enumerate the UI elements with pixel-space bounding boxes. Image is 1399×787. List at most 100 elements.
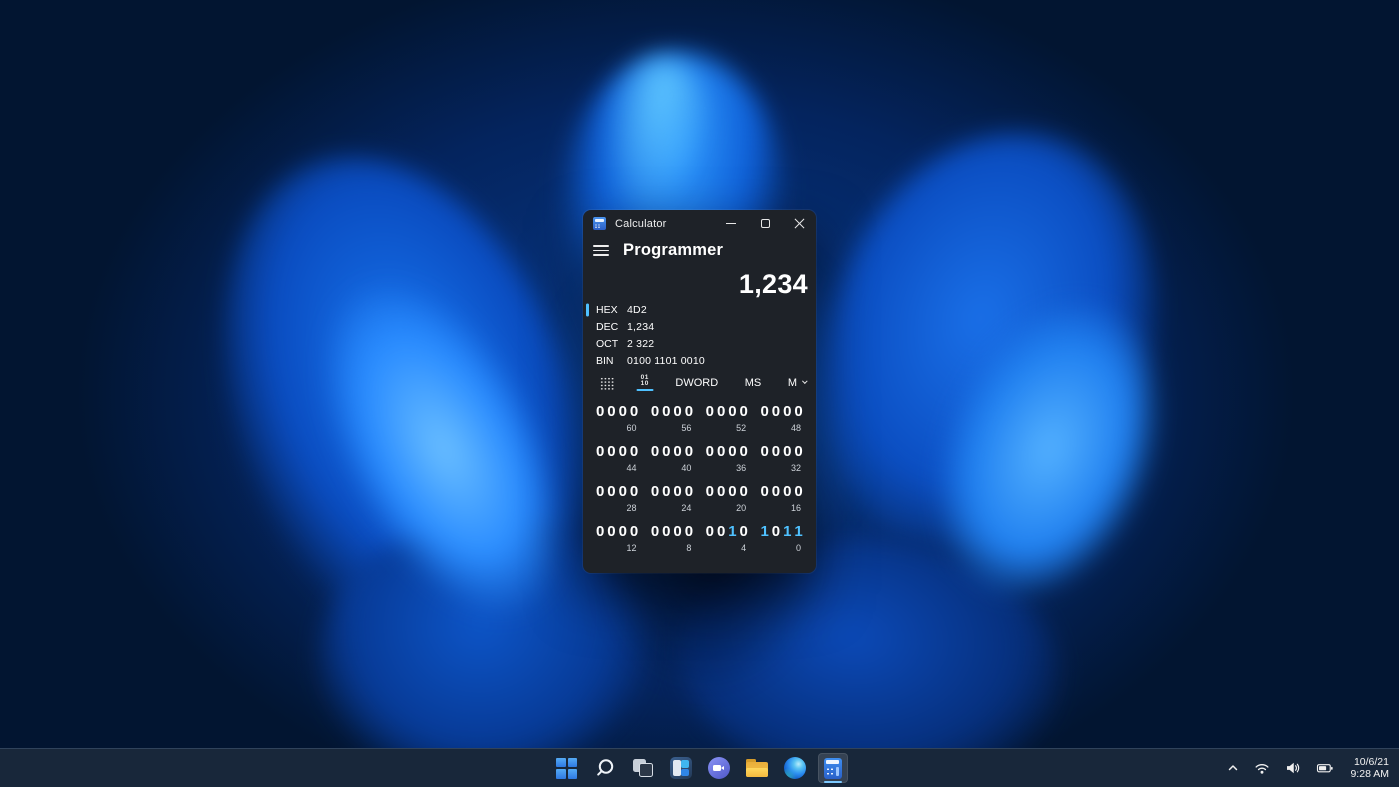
bit-digit[interactable]: 0 — [673, 522, 681, 542]
bit-digit[interactable]: 0 — [760, 442, 768, 462]
bit-group[interactable]: 000016 — [760, 482, 806, 513]
file-explorer-button[interactable] — [742, 753, 772, 783]
bit-digit[interactable]: 0 — [706, 402, 714, 422]
bit-digit[interactable]: 0 — [619, 442, 627, 462]
bit-digit[interactable]: 0 — [728, 482, 736, 502]
radix-row-hex[interactable]: HEX 4D2 — [583, 302, 816, 319]
bit-digit[interactable]: 0 — [607, 402, 615, 422]
bit-digit[interactable]: 0 — [685, 522, 693, 542]
hamburger-menu-button[interactable] — [593, 243, 609, 258]
bit-digit[interactable]: 0 — [772, 522, 780, 542]
bit-digit[interactable]: 0 — [760, 402, 768, 422]
close-button[interactable] — [782, 210, 816, 237]
bit-digit[interactable]: 0 — [662, 522, 670, 542]
bit-digit[interactable]: 0 — [783, 402, 791, 422]
memory-store-button[interactable]: MS — [745, 377, 762, 389]
bit-digit[interactable]: 0 — [717, 402, 725, 422]
bit-digit[interactable]: 1 — [794, 522, 802, 542]
bit-digit[interactable]: 0 — [596, 442, 604, 462]
bit-digit[interactable]: 0 — [630, 402, 638, 422]
bit-digit[interactable]: 0 — [630, 482, 638, 502]
bit-digit[interactable]: 0 — [772, 482, 780, 502]
bit-group[interactable]: 000020 — [706, 482, 752, 513]
taskbar-clock[interactable]: 10/6/21 9:28 AM — [1346, 756, 1389, 781]
memory-flyout-button[interactable]: M — [788, 377, 804, 389]
bit-digit[interactable]: 0 — [783, 442, 791, 462]
bit-group[interactable]: 000052 — [706, 402, 752, 433]
radix-row-dec[interactable]: DEC 1,234 — [583, 319, 816, 336]
maximize-button[interactable] — [748, 210, 782, 237]
bit-group[interactable]: 000032 — [760, 442, 806, 473]
bit-group[interactable]: 000060 — [596, 402, 642, 433]
edge-button[interactable] — [780, 753, 810, 783]
bit-digit[interactable]: 0 — [662, 402, 670, 422]
bit-digit[interactable]: 0 — [651, 482, 659, 502]
bit-digit[interactable]: 0 — [651, 442, 659, 462]
bit-group[interactable]: 000028 — [596, 482, 642, 513]
bit-digit[interactable]: 0 — [706, 482, 714, 502]
bit-digit[interactable]: 0 — [717, 522, 725, 542]
bit-digit[interactable]: 0 — [783, 482, 791, 502]
bit-digit[interactable]: 0 — [794, 402, 802, 422]
bit-digit[interactable]: 0 — [630, 522, 638, 542]
bit-digit[interactable]: 0 — [740, 482, 748, 502]
bit-group[interactable]: 00008 — [651, 522, 697, 553]
bit-digit[interactable]: 0 — [630, 442, 638, 462]
bit-digit[interactable]: 0 — [740, 402, 748, 422]
bit-group[interactable]: 000048 — [760, 402, 806, 433]
battery-button[interactable] — [1313, 757, 1337, 779]
bit-digit[interactable]: 0 — [717, 482, 725, 502]
start-button[interactable] — [552, 753, 582, 783]
bit-digit[interactable]: 0 — [662, 482, 670, 502]
bit-digit[interactable]: 0 — [772, 402, 780, 422]
full-keypad-icon[interactable] — [600, 377, 614, 390]
bit-digit[interactable]: 0 — [728, 402, 736, 422]
bit-digit[interactable]: 0 — [607, 482, 615, 502]
bit-digit[interactable]: 0 — [673, 442, 681, 462]
wifi-button[interactable] — [1251, 757, 1273, 779]
widgets-button[interactable] — [666, 753, 696, 783]
bit-group[interactable]: 000040 — [651, 442, 697, 473]
word-size-button[interactable]: DWORD — [675, 377, 718, 389]
bit-digit[interactable]: 0 — [651, 522, 659, 542]
bit-digit[interactable]: 0 — [673, 482, 681, 502]
bit-digit[interactable]: 0 — [772, 442, 780, 462]
bit-digit[interactable]: 0 — [607, 442, 615, 462]
bit-digit[interactable]: 0 — [673, 402, 681, 422]
bit-digit[interactable]: 0 — [607, 522, 615, 542]
bit-toggling-keypad-icon[interactable]: 01 10 — [641, 375, 649, 391]
bit-digit[interactable]: 0 — [728, 442, 736, 462]
bit-group[interactable]: 000012 — [596, 522, 642, 553]
minimize-button[interactable] — [714, 210, 748, 237]
chat-button[interactable] — [704, 753, 734, 783]
bit-digit[interactable]: 0 — [685, 482, 693, 502]
bit-digit[interactable]: 0 — [706, 522, 714, 542]
bit-group[interactable]: 00104 — [706, 522, 752, 553]
bit-digit[interactable]: 0 — [619, 402, 627, 422]
bit-digit[interactable]: 1 — [783, 522, 791, 542]
bit-digit[interactable]: 0 — [760, 482, 768, 502]
bit-digit[interactable]: 0 — [596, 522, 604, 542]
bit-digit[interactable]: 0 — [794, 442, 802, 462]
bit-digit[interactable]: 0 — [619, 522, 627, 542]
bit-digit[interactable]: 1 — [728, 522, 736, 542]
radix-row-bin[interactable]: BIN 0100 1101 0010 — [583, 352, 816, 369]
task-view-button[interactable] — [628, 753, 658, 783]
search-button[interactable] — [590, 753, 620, 783]
radix-row-oct[interactable]: OCT 2 322 — [583, 336, 816, 353]
bit-digit[interactable]: 0 — [662, 442, 670, 462]
hidden-icons-button[interactable] — [1224, 759, 1242, 777]
bit-digit[interactable]: 0 — [619, 482, 627, 502]
bit-digit[interactable]: 0 — [685, 402, 693, 422]
calculator-titlebar[interactable]: Calculator — [583, 210, 816, 237]
bit-group[interactable]: 000024 — [651, 482, 697, 513]
bit-digit[interactable]: 0 — [685, 442, 693, 462]
bit-group[interactable]: 000044 — [596, 442, 642, 473]
volume-button[interactable] — [1282, 757, 1304, 779]
bit-digit[interactable]: 0 — [706, 442, 714, 462]
bit-group[interactable]: 10110 — [760, 522, 806, 553]
bit-digit[interactable]: 0 — [596, 482, 604, 502]
bit-digit[interactable]: 0 — [596, 402, 604, 422]
bit-digit[interactable]: 1 — [760, 522, 768, 542]
bit-digit[interactable]: 0 — [717, 442, 725, 462]
